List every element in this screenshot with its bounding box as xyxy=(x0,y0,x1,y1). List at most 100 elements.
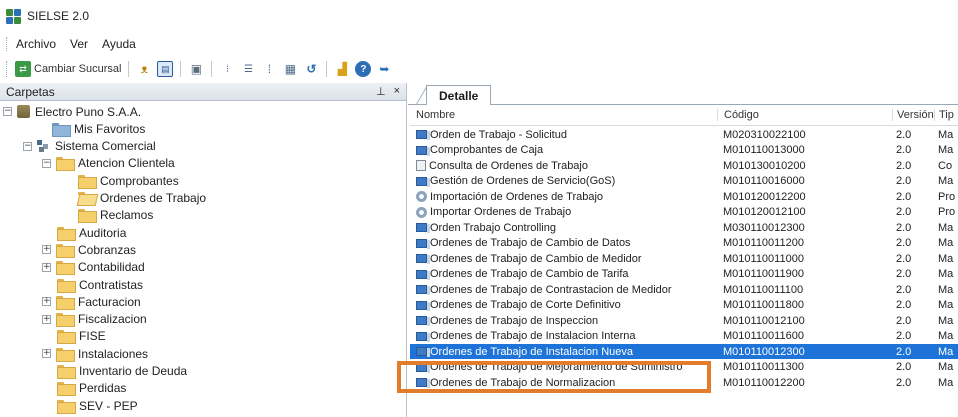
menu-ayuda[interactable]: Ayuda xyxy=(102,37,136,51)
expand-icon[interactable]: + xyxy=(42,349,51,359)
column-header-code[interactable]: Código xyxy=(717,109,892,121)
table-row[interactable]: Consulta de Ordenes de Trabajo M010130010… xyxy=(410,158,958,173)
cell-version: 2.0 xyxy=(896,237,912,249)
cell-code: M010110016000 xyxy=(723,175,805,187)
table-row[interactable]: Ordenes de Trabajo de Normalizacion M0101… xyxy=(410,375,958,390)
cell-code: M010130010200 xyxy=(723,159,806,172)
collapse-icon[interactable]: − xyxy=(23,141,32,151)
tree-node[interactable]: + Cobranzas xyxy=(42,241,136,258)
form-icon xyxy=(416,223,430,234)
expand-icon[interactable]: + xyxy=(42,314,51,324)
list-small-icon[interactable]: ⁝ xyxy=(219,61,235,77)
menu-ver[interactable]: Ver xyxy=(70,37,88,51)
pin-icon[interactable]: ⊥ xyxy=(376,85,386,98)
grid-header: Nombre Código Versión Tip xyxy=(410,105,958,126)
table-row[interactable]: Comprobantes de Caja M010110013000 2.0 Ma xyxy=(410,143,958,158)
tree-node-label: FISE xyxy=(79,329,106,344)
tree-node-label: Mis Favoritos xyxy=(74,121,146,136)
tree-node[interactable]: Mis Favoritos xyxy=(52,120,145,137)
cell-type: Ma xyxy=(938,299,954,311)
details-icon[interactable]: ⁞ xyxy=(261,61,277,77)
collapse-icon[interactable]: − xyxy=(3,107,12,116)
form-icon xyxy=(416,238,430,249)
tree-node[interactable]: Ordenes de Trabajo xyxy=(78,190,206,207)
menu-archivo[interactable]: Archivo xyxy=(16,37,56,51)
tree-node-label: Ordenes de Trabajo xyxy=(100,191,207,205)
tree-node[interactable]: − Electro Puno S.A.A. xyxy=(3,103,141,120)
column-header-version[interactable]: Versión xyxy=(892,109,934,121)
window-title: SIELSE 2.0 xyxy=(27,9,90,23)
table-row[interactable]: Ordenes de Trabajo de Cambio de Tarifa M0… xyxy=(410,267,958,282)
table-row[interactable]: Orden de Trabajo - Solicitud M02031002210… xyxy=(410,127,958,142)
folder-icon xyxy=(57,226,76,241)
system-icon xyxy=(37,139,50,153)
cell-version: 2.0 xyxy=(896,144,912,156)
column-header-name[interactable]: Nombre xyxy=(410,109,717,121)
table-row[interactable]: Ordenes de Trabajo de Instalacion Intern… xyxy=(410,329,958,344)
table-row[interactable]: Orden Trabajo Controlling M030110012300 2.… xyxy=(410,220,958,235)
cell-type: Ma xyxy=(938,345,954,358)
tree-node[interactable]: SEV - PEP xyxy=(57,397,138,414)
binoculars-icon[interactable]: ᴥ xyxy=(136,61,152,77)
expand-icon[interactable]: + xyxy=(42,262,51,272)
cell-code: M010110011300 xyxy=(723,361,804,373)
folder-icon xyxy=(56,157,75,172)
tree-node[interactable]: Comprobantes xyxy=(78,172,179,189)
tree-node-label: Reclamos xyxy=(100,208,154,223)
exit-icon[interactable]: ➥ xyxy=(376,61,392,77)
cell-version: 2.0 xyxy=(896,330,912,342)
tree-node[interactable]: − Sistema Comercial xyxy=(23,138,156,155)
tree-node[interactable]: Contratistas xyxy=(57,276,143,293)
close-icon[interactable]: × xyxy=(394,85,400,98)
tree-node[interactable]: FISE xyxy=(57,328,106,345)
cell-version: 2.0 xyxy=(896,376,912,389)
table-row[interactable]: Ordenes de Trabajo de Cambio de Medidor M… xyxy=(410,251,958,266)
cell-code: M010110012200 xyxy=(723,376,805,389)
table-row[interactable]: Ordenes de Trabajo de Cambio de Datos M01… xyxy=(410,236,958,251)
tree-node[interactable]: − Atencion Clientela xyxy=(42,155,175,172)
cell-type: Ma xyxy=(938,330,954,342)
form-icon xyxy=(416,285,430,296)
menu-grip[interactable] xyxy=(6,37,10,51)
table-row[interactable]: Gestión de Ordenes de Servicio(GoS) M0101… xyxy=(410,174,958,189)
cell-name: Ordenes de Trabajo de Cambio de Datos xyxy=(410,237,717,249)
expand-icon[interactable]: + xyxy=(42,245,51,255)
table-row[interactable]: Importar Ordenes de Trabajo M010120012100… xyxy=(410,205,958,220)
form-icon[interactable]: ▤ xyxy=(157,61,174,77)
tree-node[interactable]: + Contabilidad xyxy=(42,259,145,276)
table-row[interactable]: Ordenes de Trabajo de Mejoramiento de Su… xyxy=(410,360,958,375)
table-row-selected[interactable]: Ordenes de Trabajo de Instalacion Nueva M… xyxy=(410,344,958,359)
cell-version: 2.0 xyxy=(896,159,912,172)
cell-type: Pro xyxy=(938,190,956,203)
table-row[interactable]: Ordenes de Trabajo de Contrastacion de M… xyxy=(410,282,958,297)
tree-node[interactable]: + Facturacion xyxy=(42,293,141,310)
cell-name-text: Ordenes de Trabajo de Cambio de Tarifa xyxy=(430,268,629,280)
tree-node[interactable]: Auditoria xyxy=(57,224,126,241)
tree-node[interactable]: + Instalaciones xyxy=(42,345,148,362)
table-row[interactable]: Ordenes de Trabajo de Corte Definitivo M0… xyxy=(410,298,958,313)
chart-icon[interactable]: ▟ xyxy=(334,61,350,77)
tree-node[interactable]: + Fiscalizacion xyxy=(42,311,147,328)
grid-icon[interactable]: ▦ xyxy=(282,61,298,77)
panel-icon[interactable]: ▣ xyxy=(188,61,204,77)
tab-detalle[interactable]: Detalle xyxy=(426,85,492,106)
tree-node[interactable]: Inventario de Deuda xyxy=(57,363,187,380)
cell-code: M010110013000 xyxy=(723,144,805,156)
collapse-icon[interactable]: − xyxy=(42,158,51,168)
refresh-icon[interactable]: ↺ xyxy=(303,61,319,77)
column-header-type[interactable]: Tip xyxy=(934,109,958,121)
table-row[interactable]: Importación de Ordenes de Trabajo M010120… xyxy=(410,189,958,204)
expand-icon[interactable]: + xyxy=(42,297,51,307)
list-indent-icon[interactable]: ☰ xyxy=(240,61,256,77)
cell-version: 2.0 xyxy=(896,128,912,141)
cell-name: Orden Trabajo Controlling xyxy=(410,222,717,234)
toolbar-grip[interactable] xyxy=(6,61,10,77)
table-row[interactable]: Ordenes de Trabajo de Inspeccion M0101100… xyxy=(410,313,958,328)
help-icon[interactable]: ? xyxy=(355,61,372,77)
change-branch-button[interactable]: ⇄ Cambiar Sucursal xyxy=(15,61,121,77)
cell-name: Ordenes de Trabajo de Instalacion Nueva xyxy=(410,346,717,358)
cell-type: Pro xyxy=(938,206,956,218)
tree-node[interactable]: Reclamos xyxy=(78,207,153,224)
tree-node[interactable]: Perdidas xyxy=(57,380,126,397)
cell-version: 2.0 xyxy=(896,314,912,327)
